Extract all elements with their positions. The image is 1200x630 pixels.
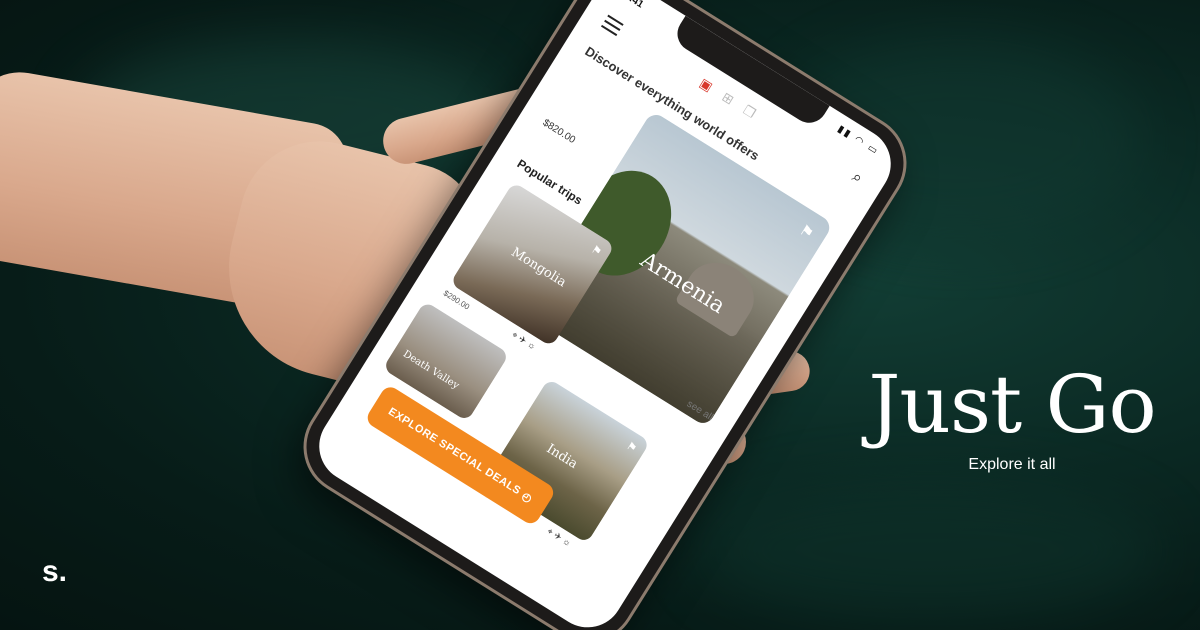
timer-icon: ◴ — [519, 489, 535, 506]
hero-price: $820.00 — [540, 117, 578, 146]
logo: s. — [42, 555, 68, 588]
background-fold — [700, 480, 1160, 620]
search-icon[interactable]: ⌕ — [848, 168, 866, 188]
menu-icon[interactable] — [599, 14, 624, 40]
stack-icon[interactable]: ❐ — [740, 102, 759, 122]
grid-small-icon[interactable]: ⊞ — [719, 89, 736, 108]
grid-large-icon[interactable]: ▣ — [697, 75, 715, 95]
bookmark-icon[interactable]: ⚑ — [796, 221, 817, 243]
brand-tagline: Explore it all — [968, 456, 1056, 473]
status-icons: ▮▮ ◠ ▭ — [835, 123, 881, 158]
status-time: 9:41 — [622, 0, 646, 11]
brand-title: Just Go — [868, 358, 1156, 451]
